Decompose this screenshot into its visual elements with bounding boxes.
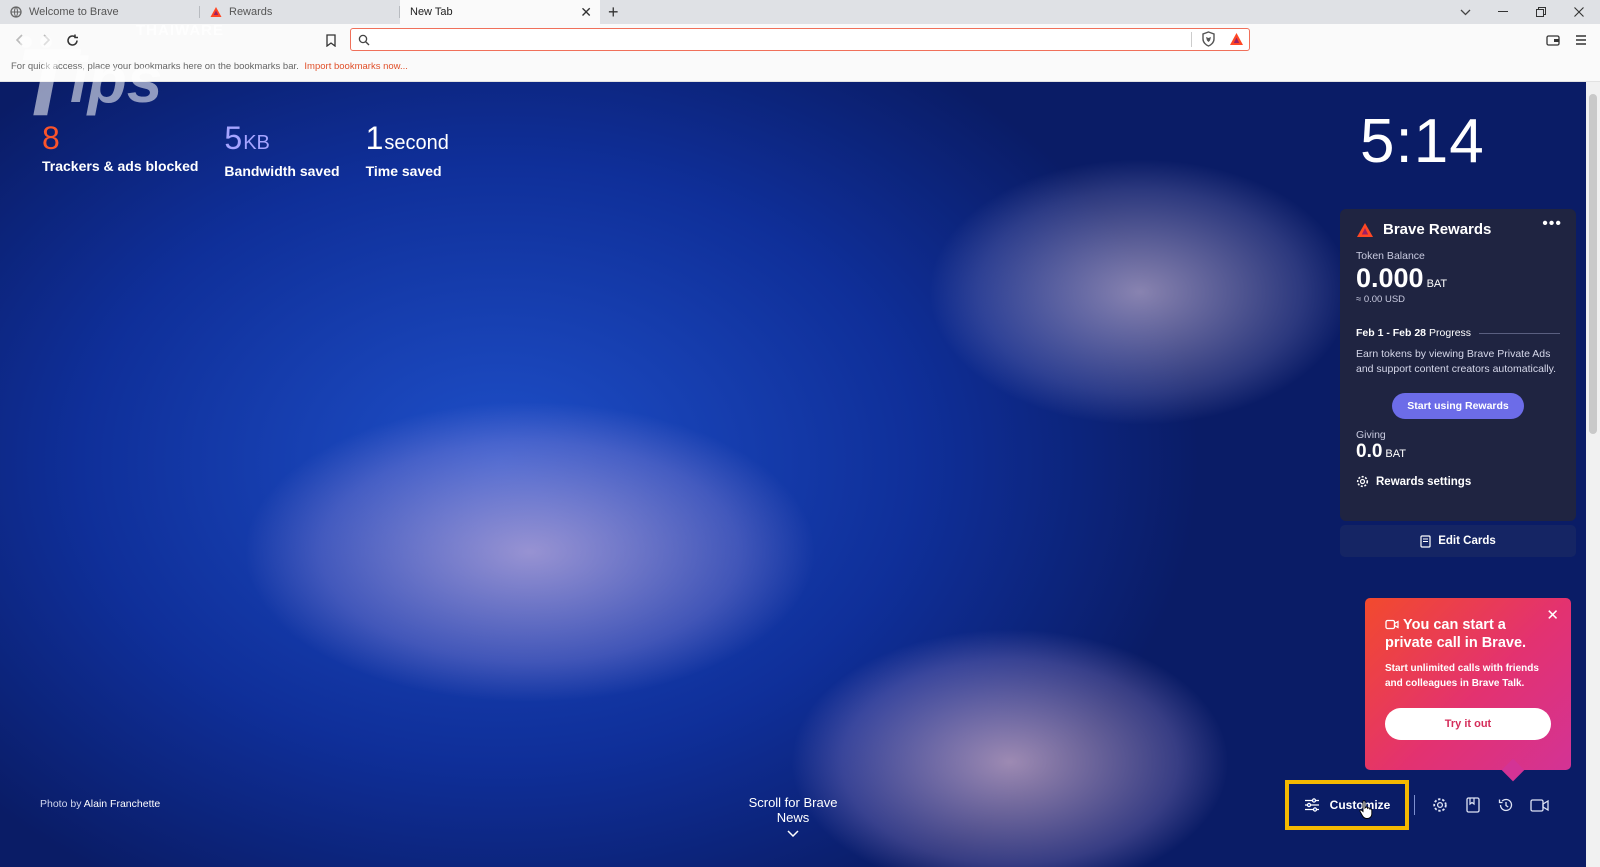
stat-value: 8: [42, 120, 60, 156]
tab-new-tab[interactable]: New Tab ✕: [400, 0, 600, 24]
progress-period: Feb 1 - Feb 28: [1356, 327, 1427, 339]
edit-cards-icon: [1420, 534, 1431, 548]
more-options-icon[interactable]: •••: [1542, 215, 1562, 233]
usd-value: ≈ 0.00 USD: [1356, 294, 1406, 305]
tab-rewards[interactable]: Rewards: [200, 0, 400, 24]
edit-cards-label: Edit Cards: [1438, 535, 1496, 547]
photo-credit: Photo by Alain Franchette: [40, 798, 160, 810]
brave-talk-promo: ✕ You can start a private call in Brave.…: [1365, 598, 1571, 782]
customize-button[interactable]: Customize: [1285, 780, 1409, 830]
tab-search-chevron-icon[interactable]: [1446, 0, 1484, 24]
stat-label: Trackers & ads blocked: [42, 158, 199, 174]
page-scrollbar[interactable]: [1586, 82, 1600, 867]
giving-currency: BAT: [1385, 448, 1406, 460]
stat-trackers-blocked: 8 Trackers & ads blocked: [42, 120, 198, 179]
back-button[interactable]: [8, 28, 32, 52]
stat-time-saved: 1second Time saved: [366, 120, 449, 179]
clock: 5:14: [1360, 107, 1485, 176]
rewards-description: Earn tokens by viewing Brave Private Ads…: [1356, 348, 1556, 375]
tab-title: New Tab: [410, 6, 453, 18]
brave-rewards-icon[interactable]: [1229, 32, 1244, 51]
bookmark-icon[interactable]: [319, 28, 343, 52]
stat-unit: KB: [243, 132, 270, 154]
rewards-settings-label: Rewards settings: [1376, 475, 1472, 488]
balance-value: 0.000: [1356, 263, 1424, 293]
giving-label: Giving: [1356, 429, 1386, 441]
brave-news-prompt[interactable]: Scroll for Brave News: [733, 795, 853, 837]
talk-title: You can start a private call in Brave.: [1385, 617, 1527, 651]
stat-value: 5: [224, 120, 243, 156]
wallet-icon[interactable]: [1541, 28, 1565, 52]
token-balance: 0.000 BAT: [1356, 263, 1560, 294]
stat-label: Bandwidth saved: [224, 163, 340, 179]
stat-label: Time saved: [365, 163, 442, 179]
sliders-icon: [1304, 798, 1319, 812]
tab-title: Welcome to Brave: [29, 6, 119, 18]
edit-cards-button[interactable]: Edit Cards: [1340, 525, 1576, 557]
stat-bandwidth-saved: 5KB Bandwidth saved: [224, 120, 339, 179]
rewards-card: Brave Rewards ••• Token Balance 0.000 BAT…: [1340, 209, 1576, 521]
rewards-settings-link[interactable]: Rewards settings: [1356, 475, 1560, 488]
tab-strip: Welcome to Brave Rewards New Tab ✕ +: [0, 0, 1600, 24]
mouse-cursor-icon: [1359, 800, 1373, 819]
browser-toolbar: [0, 24, 1600, 56]
promo-tail: [1501, 758, 1525, 782]
gear-icon: [1356, 475, 1369, 488]
settings-gear-icon[interactable]: [1427, 792, 1453, 818]
balance-currency: BAT: [1426, 278, 1448, 290]
minimize-button[interactable]: [1484, 0, 1522, 24]
omnibox-divider: [1191, 32, 1192, 47]
start-rewards-button[interactable]: Start using Rewards: [1392, 393, 1524, 419]
stat-unit: second: [384, 132, 449, 154]
chevron-down-icon: [787, 830, 799, 837]
new-tab-button[interactable]: +: [608, 1, 619, 23]
import-bookmarks-link[interactable]: Import bookmarks now...: [304, 61, 407, 72]
progress-header: Feb 1 - Feb 28 Progress: [1356, 327, 1560, 339]
credit-author[interactable]: Alain Franchette: [84, 798, 160, 810]
search-input[interactable]: [377, 31, 1197, 47]
toolbar-divider: [1414, 795, 1415, 815]
tab-welcome[interactable]: Welcome to Brave: [0, 0, 200, 24]
close-tab-icon[interactable]: ✕: [580, 4, 592, 20]
video-camera-icon: [1385, 619, 1399, 630]
reload-button[interactable]: [60, 28, 84, 52]
bat-logo-icon: [1357, 222, 1373, 237]
brave-talk-icon[interactable]: [1527, 792, 1553, 818]
history-icon[interactable]: [1493, 792, 1519, 818]
address-bar[interactable]: [350, 28, 1250, 51]
restore-button[interactable]: [1522, 0, 1560, 24]
rewards-title: Brave Rewards: [1383, 221, 1492, 238]
bat-triangle-icon: [210, 6, 222, 18]
new-tab-page: 8 Trackers & ads blocked 5KB Bandwidth s…: [0, 82, 1586, 867]
search-icon: [358, 33, 370, 51]
stat-value: 1: [365, 120, 384, 156]
rewards-header: Brave Rewards: [1356, 221, 1560, 238]
close-icon[interactable]: ✕: [1546, 606, 1559, 624]
giving-amount: 0.0: [1356, 441, 1383, 462]
progress-label: Progress: [1429, 327, 1472, 339]
try-it-out-button[interactable]: Try it out: [1385, 708, 1551, 740]
forward-button[interactable]: [34, 28, 58, 52]
tab-title: Rewards: [229, 6, 273, 18]
brave-shields-icon[interactable]: [1201, 31, 1216, 52]
brave-globe-icon: [10, 6, 22, 18]
bookmarks-bar: For quick access, place your bookmarks h…: [0, 56, 1600, 82]
news-label: Scroll for Brave News: [748, 795, 838, 825]
menu-icon[interactable]: [1569, 28, 1593, 52]
privacy-stats: 8 Trackers & ads blocked 5KB Bandwidth s…: [42, 120, 475, 179]
close-window-button[interactable]: [1560, 0, 1598, 24]
token-balance-label: Token Balance: [1356, 250, 1425, 262]
talk-body: Start unlimited calls with friends and c…: [1385, 663, 1539, 689]
scrollbar-thumb[interactable]: [1589, 94, 1597, 434]
credit-prefix: Photo by: [40, 798, 82, 810]
bookmarks-message: For quick access, place your bookmarks h…: [11, 61, 299, 72]
bookmarks-icon[interactable]: [1460, 792, 1486, 818]
progress-divider: [1479, 332, 1560, 334]
giving-value: 0.0 BAT: [1356, 441, 1560, 463]
